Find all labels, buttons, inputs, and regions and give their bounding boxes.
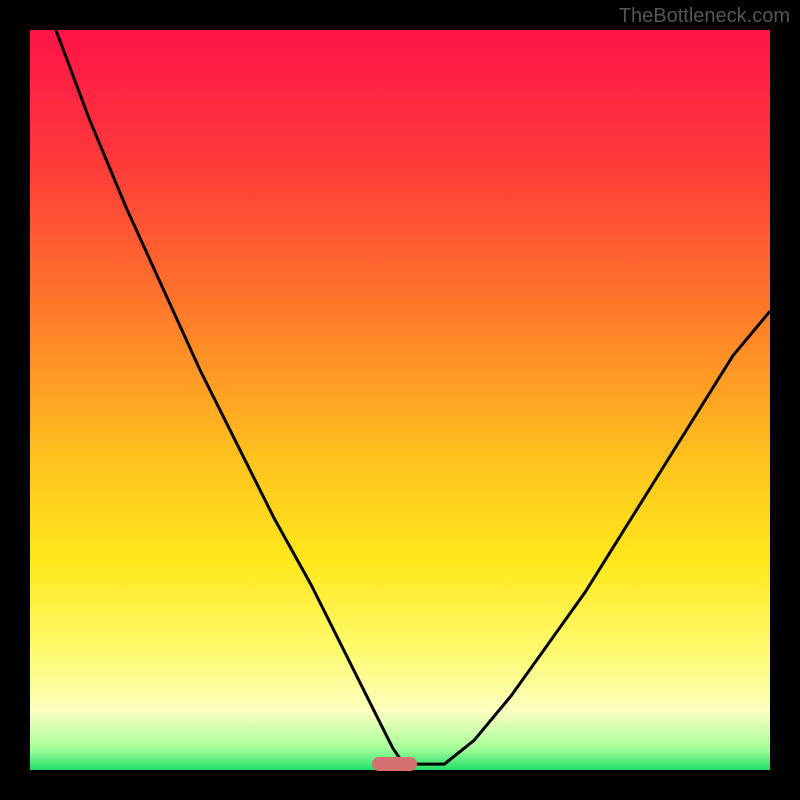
chart-svg (30, 30, 770, 770)
chart-frame: TheBottleneck.com (0, 0, 800, 800)
plot-area (30, 30, 770, 770)
watermark-text: TheBottleneck.com (619, 5, 790, 28)
gradient-bg (30, 30, 770, 770)
optimum-marker (372, 757, 417, 771)
